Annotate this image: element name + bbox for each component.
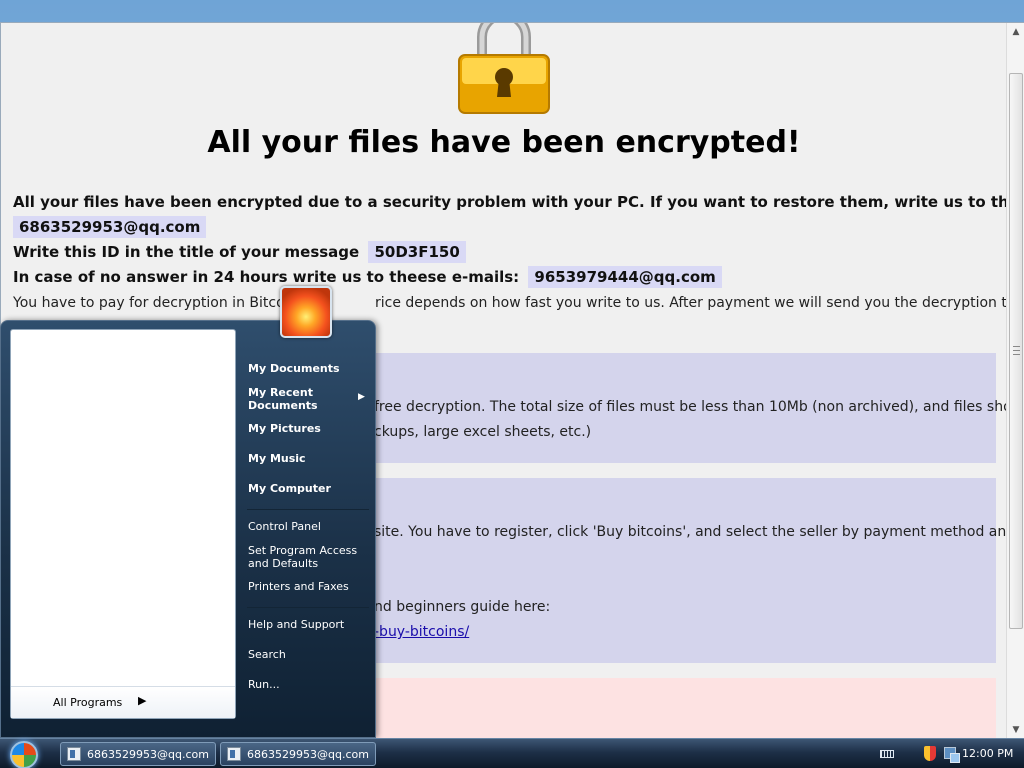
page-title: All your files have been encrypted! — [207, 125, 801, 160]
bitcoin-guide-link[interactable]: -buy-bitcoins/ — [374, 624, 469, 640]
start-menu: All Programs ▶ My Documents My Recent Do… — [0, 320, 376, 738]
bitcoin-guide-link-wrap: -buy-bitcoins/ — [374, 624, 469, 640]
menu-my-computer[interactable]: My Computer — [248, 482, 331, 495]
recent-line1: My Recent — [248, 386, 313, 399]
backup-label: In case of no answer in 24 hours write u… — [13, 268, 520, 286]
all-programs-button[interactable]: All Programs ▶ — [11, 686, 235, 718]
intro-line: All your files have been encrypted due t… — [13, 193, 1007, 211]
security-shield-icon[interactable] — [924, 746, 936, 761]
menu-my-music[interactable]: My Music — [248, 452, 306, 465]
spa-line2: and Defaults — [248, 557, 319, 570]
start-menu-programs-pane: All Programs ▶ — [10, 329, 236, 719]
user-picture[interactable] — [280, 286, 332, 338]
taskbar-button-1[interactable]: 6863529953@qq.com — [60, 742, 216, 766]
menu-my-pictures[interactable]: My Pictures — [248, 422, 321, 435]
vertical-scrollbar[interactable]: ▲ ▼ — [1006, 23, 1024, 739]
window-icon — [227, 747, 241, 761]
network-icon[interactable] — [944, 747, 960, 763]
menu-printers-and-faxes[interactable]: Printers and Faxes — [248, 580, 349, 593]
padlock-icon — [458, 23, 550, 114]
panel2-line2: nd beginners guide here: — [374, 599, 551, 615]
menu-help-and-support[interactable]: Help and Support — [248, 618, 344, 631]
menu-my-recent-documents[interactable]: My Recent Documents ▶ — [248, 386, 365, 412]
scroll-up-icon[interactable]: ▲ — [1007, 23, 1024, 41]
start-menu-places-pane: My Documents My Recent Documents ▶ My Pi… — [239, 321, 375, 731]
window-icon — [67, 747, 81, 761]
menu-separator — [247, 509, 369, 510]
recent-line2: Documents — [248, 399, 318, 412]
chevron-right-icon: ▶ — [138, 694, 147, 707]
submenu-arrow-icon: ▶ — [358, 392, 365, 402]
id-label: Write this ID in the title of your messa… — [13, 243, 360, 261]
menu-set-program-access[interactable]: Set Program Access and Defaults — [248, 544, 357, 570]
scroll-down-icon[interactable]: ▼ — [1007, 721, 1024, 739]
spa-line1: Set Program Access — [248, 544, 358, 557]
panel1-line2: ckups, large excel sheets, etc.) — [374, 424, 592, 440]
email-line: 6863529953@qq.com — [13, 216, 207, 238]
taskbar-button-label: 6863529953@qq.com — [87, 748, 209, 761]
menu-control-panel[interactable]: Control Panel — [248, 520, 321, 533]
menu-my-documents[interactable]: My Documents — [248, 362, 340, 375]
menu-search[interactable]: Search — [248, 648, 286, 661]
menu-run[interactable]: Run... — [248, 678, 280, 691]
payment-line-left: You have to pay for decryption in Bitcoi… — [13, 295, 298, 311]
panel2-line1: site. You have to register, click 'Buy b… — [374, 524, 1007, 540]
taskbar: 6863529953@qq.com 6863529953@qq.com 12:0… — [0, 738, 1024, 768]
scroll-thumb[interactable] — [1009, 73, 1023, 629]
contact-email: 6863529953@qq.com — [13, 216, 207, 238]
backup-email: 9653979444@qq.com — [528, 266, 722, 288]
taskbar-button-2[interactable]: 6863529953@qq.com — [220, 742, 376, 766]
payment-line-right: rice depends on how fast you write to us… — [375, 295, 1007, 311]
start-orb-icon[interactable] — [10, 741, 38, 768]
clock[interactable]: 12:00 PM — [962, 747, 1013, 760]
menu-separator — [247, 607, 369, 608]
panel1-line1: free decryption. The total size of files… — [374, 399, 1007, 415]
taskbar-button-label: 6863529953@qq.com — [247, 748, 369, 761]
victim-id: 50D3F150 — [368, 241, 466, 263]
system-tray: 12:00 PM — [872, 739, 1024, 768]
keyboard-icon[interactable] — [880, 750, 894, 758]
id-line: Write this ID in the title of your messa… — [13, 241, 466, 263]
all-programs-label: All Programs — [53, 696, 123, 709]
backup-email-line: In case of no answer in 24 hours write u… — [13, 266, 722, 288]
